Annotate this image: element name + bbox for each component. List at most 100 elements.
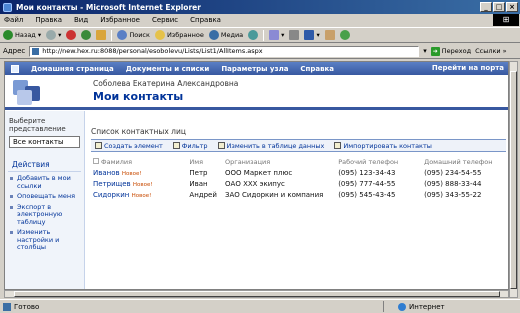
nav-documents-lists[interactable]: Документы и списки <box>126 65 210 73</box>
new-badge: Новое! <box>121 170 142 177</box>
go-button[interactable]: ➜ Переход <box>430 46 471 56</box>
main-area: Список контактных лиц Создать элемент Фи… <box>91 111 506 289</box>
refresh-button[interactable] <box>81 30 92 40</box>
datasheet-icon <box>217 142 225 149</box>
header-divider <box>5 107 508 110</box>
address-label: Адрес <box>3 47 26 55</box>
maximize-button[interactable]: □ <box>493 2 505 12</box>
history-icon <box>248 30 259 40</box>
contact-home-phone: (095) 343-55-22 <box>424 190 482 199</box>
actions-heading: Действия <box>8 148 81 172</box>
home-button[interactable] <box>96 30 107 40</box>
media-button[interactable]: Медиа <box>208 30 243 40</box>
back-button[interactable]: Назад ▾ <box>3 30 41 40</box>
contacts-table: Фамилия Имя Организация Рабочий телефон … <box>91 156 506 200</box>
address-url: http://new.hex.ru:8088/personal/esobolev… <box>42 46 263 55</box>
print-button[interactable] <box>289 30 300 40</box>
discuss-button[interactable] <box>324 30 335 40</box>
back-arrow-icon <box>3 30 13 40</box>
messenger-button[interactable] <box>339 30 350 40</box>
site-nav-bar: Домашняя страница Документы и списки Пар… <box>5 62 508 75</box>
toolbar-separator <box>263 29 265 41</box>
contact-first-name: Иван <box>189 179 208 188</box>
window-title: Мои контакты - Microsoft Internet Explor… <box>16 2 201 12</box>
edit-icon <box>304 30 315 40</box>
window-title-bar: Мои контакты - Microsoft Internet Explor… <box>0 0 520 14</box>
table-row: Петрищев Новое! Иван ОАО XXX экипус (095… <box>91 178 506 189</box>
contact-surname[interactable]: Сидоркин Новое! <box>91 189 187 200</box>
links-button[interactable]: Ссылки » <box>475 47 507 55</box>
filter-icon <box>172 142 180 149</box>
mail-button[interactable]: ▾ <box>269 30 284 40</box>
nav-home[interactable]: Домашняя страница <box>31 65 114 73</box>
media-icon <box>208 30 219 40</box>
edit-button[interactable]: ▾ <box>304 30 320 40</box>
nav-go-to-portal[interactable]: Перейти на порта <box>432 64 504 72</box>
nav-help[interactable]: Справка <box>300 65 334 73</box>
home-icon <box>96 30 107 40</box>
ie-page-icon <box>3 2 12 12</box>
mail-icon <box>269 30 280 40</box>
status-left: Готово <box>3 302 383 311</box>
contact-first-name: Андрей <box>189 190 217 199</box>
menu-file[interactable]: Файл <box>4 16 23 24</box>
zone-text: Интернет <box>409 302 445 311</box>
column-header-organization[interactable]: Организация <box>223 156 336 167</box>
new-item-icon <box>95 142 102 149</box>
view-all-contacts[interactable]: Все контакты <box>9 136 80 148</box>
address-dropdown-icon[interactable]: ▾ <box>423 47 427 55</box>
action-alert-me[interactable]: Оповещать меня <box>5 190 84 201</box>
star-icon <box>154 30 165 40</box>
address-input[interactable]: http://new.hex.ru:8088/personal/esobolev… <box>29 45 420 57</box>
filter-button[interactable]: Фильтр <box>172 142 208 150</box>
action-modify-settings[interactable]: Изменить настройки и столбцы <box>5 226 84 252</box>
action-export-spreadsheet[interactable]: Экспорт в электронную таблицу <box>5 201 84 227</box>
menu-help[interactable]: Справка <box>190 16 221 24</box>
contact-work-phone: (095) 123-34-43 <box>338 168 396 177</box>
menu-bar: Файл Правка Вид Избранное Сервис Справка <box>0 14 520 26</box>
history-button[interactable] <box>248 30 259 40</box>
windows-logo-icon: ⊞ <box>493 14 519 26</box>
action-add-to-links[interactable]: Добавить в мои ссылки <box>5 172 84 190</box>
forward-button[interactable]: ▾ <box>46 30 61 40</box>
sharepoint-logo <box>9 76 49 106</box>
contact-organization: ООО Маркет плюс <box>225 168 293 177</box>
horizontal-scrollbar[interactable] <box>4 290 509 298</box>
table-header-row: Фамилия Имя Организация Рабочий телефон … <box>91 156 506 167</box>
nav-site-settings[interactable]: Параметры узла <box>221 65 288 73</box>
minimize-button[interactable]: _ <box>480 2 492 12</box>
close-button[interactable]: × <box>506 2 518 12</box>
column-header-first-name[interactable]: Имя <box>187 156 223 167</box>
contact-organization: ЗАО Сидоркин и компания <box>225 190 324 199</box>
toolbar-separator <box>111 29 113 41</box>
printer-icon <box>289 30 300 40</box>
vertical-scroll-thumb[interactable] <box>510 71 517 289</box>
contact-surname[interactable]: Иванов Новое! <box>91 167 187 178</box>
list-description: Список контактных лиц <box>91 127 186 136</box>
browser-toolbar: Назад ▾ ▾ Поиск Избранное Медиа ▾ ▾ <box>0 27 520 43</box>
column-header-work-phone[interactable]: Рабочий телефон <box>336 156 422 167</box>
column-header-home-phone[interactable]: Домашний телефон <box>422 156 506 167</box>
import-contacts-button[interactable]: Импортировать контакты <box>334 142 432 150</box>
new-item-button[interactable]: Создать элемент <box>95 142 163 150</box>
edit-in-datasheet-button[interactable]: Изменить в таблице данных <box>217 142 324 150</box>
vertical-scrollbar[interactable] <box>509 61 518 298</box>
search-button[interactable]: Поиск <box>117 30 150 40</box>
sidebar: Выберите представление Все контакты Дейс… <box>5 111 85 289</box>
menu-edit[interactable]: Правка <box>35 16 62 24</box>
go-arrow-icon: ➜ <box>430 46 440 56</box>
favorites-button[interactable]: Избранное <box>154 30 204 40</box>
refresh-icon <box>81 30 92 40</box>
contact-home-phone: (095) 888-33-44 <box>424 179 482 188</box>
contact-surname[interactable]: Петрищев Новое! <box>91 178 187 189</box>
forward-arrow-icon <box>46 30 57 40</box>
menu-view[interactable]: Вид <box>74 16 88 24</box>
discuss-icon <box>324 30 335 40</box>
menu-tools[interactable]: Сервис <box>152 16 178 24</box>
menu-favorites[interactable]: Избранное <box>100 16 140 24</box>
column-header-surname[interactable]: Фамилия <box>91 156 187 167</box>
import-icon <box>334 142 342 149</box>
stop-button[interactable] <box>66 30 77 40</box>
horizontal-scroll-thumb[interactable] <box>14 291 500 297</box>
table-row: Сидоркин Новое! Андрей ЗАО Сидоркин и ко… <box>91 189 506 200</box>
